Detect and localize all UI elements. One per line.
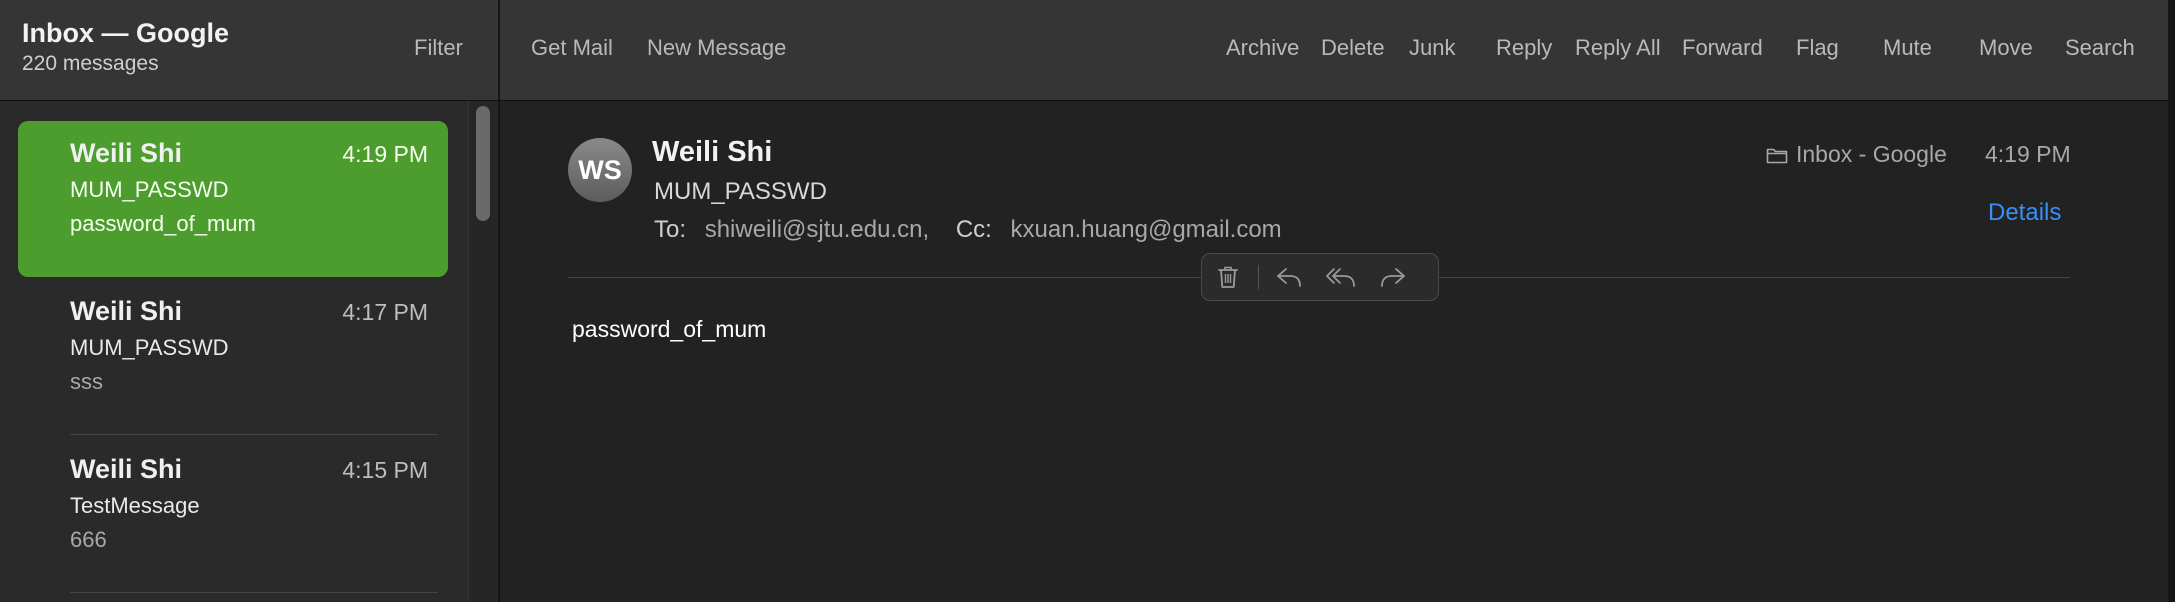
list-item-time: 4:17 PM <box>342 299 428 325</box>
list-item-sender: Weili Shi <box>70 138 183 168</box>
to-address[interactable]: shiweili@sjtu.edu.cn, <box>705 216 929 243</box>
list-item[interactable]: Weili Shi 4:19 PM MUM_PASSWD password_of… <box>18 121 448 277</box>
list-item-time: 4:19 PM <box>342 141 428 167</box>
list-item-subject: MUM_PASSWD <box>70 177 229 202</box>
list-divider <box>70 434 438 435</box>
move-button[interactable]: Move <box>1979 35 2033 61</box>
mute-button[interactable]: Mute <box>1883 35 1932 61</box>
delete-button[interactable]: Delete <box>1321 35 1385 61</box>
list-item-sender: Weili Shi <box>70 296 183 326</box>
reply-all-icon[interactable] <box>1315 254 1367 300</box>
junk-button[interactable]: Junk <box>1409 35 1455 61</box>
list-item-preview: sss <box>70 369 103 394</box>
list-item-time: 4:15 PM <box>342 457 428 483</box>
reply-icon[interactable] <box>1263 254 1315 300</box>
list-item-subject: TestMessage <box>70 493 200 518</box>
cc-label: Cc: <box>955 216 992 243</box>
header-mailbox-label: Inbox - Google <box>1796 141 1947 167</box>
mailbox-title: Inbox — Google <box>22 18 229 48</box>
list-item-preview: 666 <box>70 527 107 552</box>
to-label: To: <box>654 216 687 243</box>
message-body: password_of_mum <box>572 316 767 342</box>
forward-icon[interactable] <box>1367 254 1419 300</box>
reply-all-button[interactable]: Reply All <box>1575 35 1661 61</box>
list-item-subject: MUM_PASSWD <box>70 335 229 360</box>
avatar: WS <box>568 138 632 202</box>
sidebar-header: Inbox — Google 220 messages Filter <box>0 0 500 100</box>
list-item-preview: password_of_mum <box>70 211 256 236</box>
header-time: 4:19 PM <box>1985 141 2071 167</box>
toolbar: Inbox — Google 220 messages Filter Get M… <box>0 0 2175 101</box>
search-button[interactable]: Search <box>2065 35 2135 61</box>
header-recipients: To: shiweili@sjtu.edu.cn, Cc: kxuan.huan… <box>654 216 1282 244</box>
action-bar-divider <box>1258 265 1259 289</box>
reply-button[interactable]: Reply <box>1496 35 1552 61</box>
list-divider <box>70 592 438 593</box>
list-item-sender: Weili Shi <box>70 454 183 484</box>
list-scroll-thumb[interactable] <box>476 106 490 221</box>
archive-button[interactable]: Archive <box>1226 35 1299 61</box>
folder-icon <box>1766 146 1788 164</box>
header-subject: MUM_PASSWD <box>654 178 827 205</box>
window-edge <box>2168 0 2175 602</box>
header-mailbox: Inbox - Google <box>1766 141 1947 168</box>
message-list: Weili Shi 4:19 PM MUM_PASSWD password_of… <box>0 101 500 602</box>
flag-button[interactable]: Flag <box>1796 35 1839 61</box>
message-count: 220 messages <box>22 52 159 75</box>
reading-pane <box>500 101 2175 602</box>
header-sender: Weili Shi <box>652 136 773 168</box>
cc-address[interactable]: kxuan.huang@gmail.com <box>1011 216 1282 243</box>
get-mail-button[interactable]: Get Mail <box>531 35 613 61</box>
message-action-bar <box>1201 253 1439 301</box>
forward-button[interactable]: Forward <box>1682 35 1763 61</box>
trash-icon[interactable] <box>1202 254 1254 300</box>
list-item[interactable]: Weili Shi 4:17 PM MUM_PASSWD sss <box>18 279 448 435</box>
filter-button[interactable]: Filter <box>414 35 463 61</box>
list-item[interactable]: Weili Shi 4:15 PM TestMessage 666 <box>18 437 448 593</box>
new-message-button[interactable]: New Message <box>647 35 786 61</box>
details-link[interactable]: Details <box>1988 199 2061 227</box>
